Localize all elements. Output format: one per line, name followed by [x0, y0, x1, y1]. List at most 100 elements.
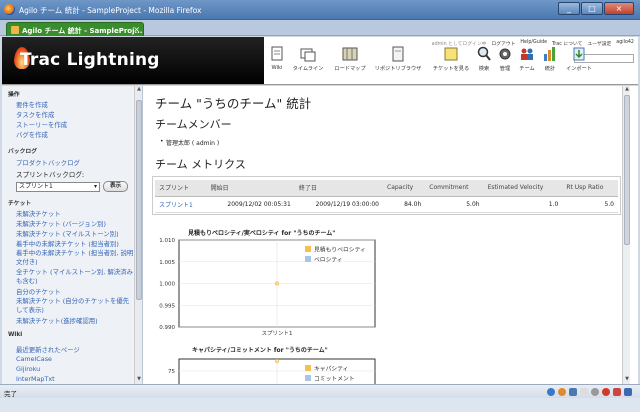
table-cell: 84.0h: [383, 196, 426, 213]
x-tick-label: スプリント1: [262, 330, 293, 337]
sidebar-link-ticket-report[interactable]: 着手中の未解決チケット (担当者別): [16, 239, 119, 248]
status-text: 完了: [4, 390, 17, 398]
sidebar-link-create-story[interactable]: ストーリーを作成: [16, 120, 67, 129]
clock-icon[interactable]: [591, 388, 599, 396]
mail-icon[interactable]: [613, 388, 621, 396]
separator-icon: [580, 388, 588, 396]
sidebar-section-wiki: Wiki: [8, 332, 23, 338]
col-capacity[interactable]: Capacity: [383, 180, 426, 197]
col-rt-usp-ratio[interactable]: Rt Usp Ratio: [562, 180, 618, 197]
main-content: チーム "うちのチーム" 統計 チームメンバー 管理太郎 ( admin ) チ…: [144, 86, 630, 384]
sidebar-link-ticket-report[interactable]: 全チケット (マイルストーン別, 解決済みも含む): [16, 268, 134, 286]
col-commitment[interactable]: Commitment: [425, 180, 484, 197]
nav-statistics[interactable]: 統計: [539, 45, 561, 72]
sidebar-link-create-task[interactable]: タスクを作成: [16, 110, 54, 119]
tab-label: Agilo チーム 統計 - SampleProj...: [22, 27, 143, 35]
nav-view-tickets[interactable]: チケットを見る: [430, 45, 472, 72]
nav-wiki[interactable]: Wiki: [264, 45, 290, 71]
sidebar-section-ticket: チケット: [8, 201, 32, 207]
repository-icon: [392, 46, 404, 62]
y-tick-label: 1.010: [159, 238, 175, 244]
nav-browse-source[interactable]: リポジトリブラウザ: [372, 45, 424, 72]
ticket-icon: [444, 47, 458, 61]
nav-team[interactable]: チーム: [516, 45, 538, 72]
col-sprint[interactable]: スプリント: [155, 180, 207, 197]
sprint-backlog-label: スプリントバックログ:: [16, 171, 85, 179]
menu-icon[interactable]: [624, 388, 632, 396]
trac-header: Trac Lightning admin としてログイン中 ログアウト Help…: [2, 37, 638, 85]
sidebar-link-ticket-report[interactable]: 未解決チケット (マイルストーン別): [16, 229, 119, 238]
legend-label: ベロシティ: [314, 257, 343, 264]
minimize-button[interactable]: _: [558, 2, 580, 15]
nav-roadmap[interactable]: ロードマップ: [330, 45, 370, 72]
sidebar-link-create-bug[interactable]: バグを作成: [16, 130, 48, 139]
window-icon[interactable]: [569, 388, 577, 396]
team-member-item: 管理太郎 ( admin ): [160, 138, 219, 147]
sidebar-link-create-requirement[interactable]: 要件を作成: [16, 100, 48, 109]
y-tick-label: 75: [168, 369, 175, 375]
nav-admin[interactable]: 管理: [495, 45, 515, 72]
sprint-select[interactable]: スプリント1: [16, 182, 100, 192]
sprint-link[interactable]: スプリント1: [159, 202, 193, 209]
sidebar-link-my-tickets[interactable]: 自分のチケット: [16, 287, 61, 296]
col-estimated-velocity[interactable]: Estimated Velocity: [483, 180, 563, 197]
globe-icon[interactable]: [547, 388, 555, 396]
logo-text: Trac Lightning: [20, 50, 160, 70]
nav-import[interactable]: インポート: [562, 45, 596, 72]
browser-tab[interactable]: Agilo チーム 統計 - SampleProj... ×: [6, 22, 144, 36]
firefox-icon: [4, 4, 15, 15]
sidebar-scrollbar[interactable]: ▲ ▼: [134, 86, 142, 384]
table-cell: 2009/12/19 03:00:00: [294, 196, 383, 213]
table-cell: 1.0: [483, 196, 563, 213]
trac-logo[interactable]: Trac Lightning: [2, 37, 264, 84]
velocity-chart: 1.010 1.005 1.000 0.995 0.990 スプリント1 見積もりベロシティ…: [159, 238, 376, 337]
firefox-status-icon[interactable]: [602, 388, 610, 396]
sidebar-scroll-thumb[interactable]: [136, 100, 142, 300]
wiki-icon: [271, 46, 283, 61]
sidebar: 操作 要件を作成 タスクを作成 ストーリーを作成 バグを作成 バックログ プロダ…: [2, 86, 143, 384]
sidebar-link-recent-changes[interactable]: 最近更新されたページ: [16, 345, 80, 354]
sidebar-section-ops: 操作: [8, 92, 20, 98]
scroll-up-icon[interactable]: ▲: [623, 86, 630, 94]
maximize-button[interactable]: □: [581, 2, 603, 15]
tab-bar: Agilo チーム 統計 - SampleProj... ×: [0, 20, 640, 36]
scroll-up-icon[interactable]: ▲: [135, 86, 142, 94]
timeline-icon: [300, 48, 316, 62]
col-end[interactable]: 終了日: [294, 180, 383, 197]
capacity-chart: 75 キャパシティコミットメント: [168, 358, 376, 384]
main-scrollbar[interactable]: ▲ ▼: [622, 86, 630, 384]
sidebar-link-ticket-report[interactable]: 未解決チケット(進捗確認用): [16, 316, 98, 325]
scroll-down-icon[interactable]: ▼: [623, 376, 630, 384]
addon-icon[interactable]: [558, 388, 566, 396]
nav-search[interactable]: 検索: [474, 45, 494, 72]
content-area: 操作 要件を作成 タスクを作成 ストーリーを作成 バグを作成 バックログ プロダ…: [2, 86, 638, 384]
legend-swatch: [305, 246, 311, 252]
close-button[interactable]: ×: [604, 2, 634, 15]
sidebar-link-ticket-report[interactable]: 未解決チケット (自分のチケットを優先して表示): [16, 297, 134, 315]
show-button[interactable]: 表示: [103, 181, 128, 192]
legend-swatch: [305, 256, 311, 262]
metrics-table: スプリント 開始日 終了日 Capacity Commitment Estima…: [155, 180, 618, 213]
y-tick-label: 0.990: [159, 325, 175, 331]
project-link[interactable]: agilo42: [616, 40, 634, 47]
legend-label: コミットメント: [314, 376, 355, 383]
nav-timeline[interactable]: タイムライン: [290, 45, 326, 72]
col-start[interactable]: 開始日: [206, 180, 295, 197]
status-bar: 完了: [0, 384, 640, 398]
sidebar-link-wiki-page[interactable]: InterMapTxt: [16, 375, 55, 383]
sidebar-link-wiki-page[interactable]: Gijiroku: [16, 365, 40, 373]
desktop-edge: [0, 398, 640, 412]
y-tick-label: 1.005: [159, 260, 175, 266]
scroll-down-icon[interactable]: ▼: [135, 376, 142, 384]
window-titlebar: Agilo チーム 統計 - SampleProject - Mozilla F…: [0, 0, 640, 20]
tab-close-icon[interactable]: ×: [133, 25, 140, 34]
sidebar-link-product-backlog[interactable]: プロダクトバックログ: [16, 158, 80, 167]
sidebar-link-ticket-report[interactable]: 着手中の未解決チケット (担当者別, 説明文付き): [16, 249, 134, 267]
sidebar-link-wiki-page[interactable]: CamelCase: [16, 355, 52, 363]
sidebar-link-ticket-report[interactable]: 未解決チケット: [16, 209, 61, 218]
table-cell: 5.0h: [425, 196, 484, 213]
gear-icon: [499, 48, 511, 60]
sidebar-link-ticket-report[interactable]: 未解決チケット (バージョン別): [16, 219, 106, 228]
team-icon: [521, 48, 533, 60]
main-scroll-thumb[interactable]: [624, 95, 630, 245]
